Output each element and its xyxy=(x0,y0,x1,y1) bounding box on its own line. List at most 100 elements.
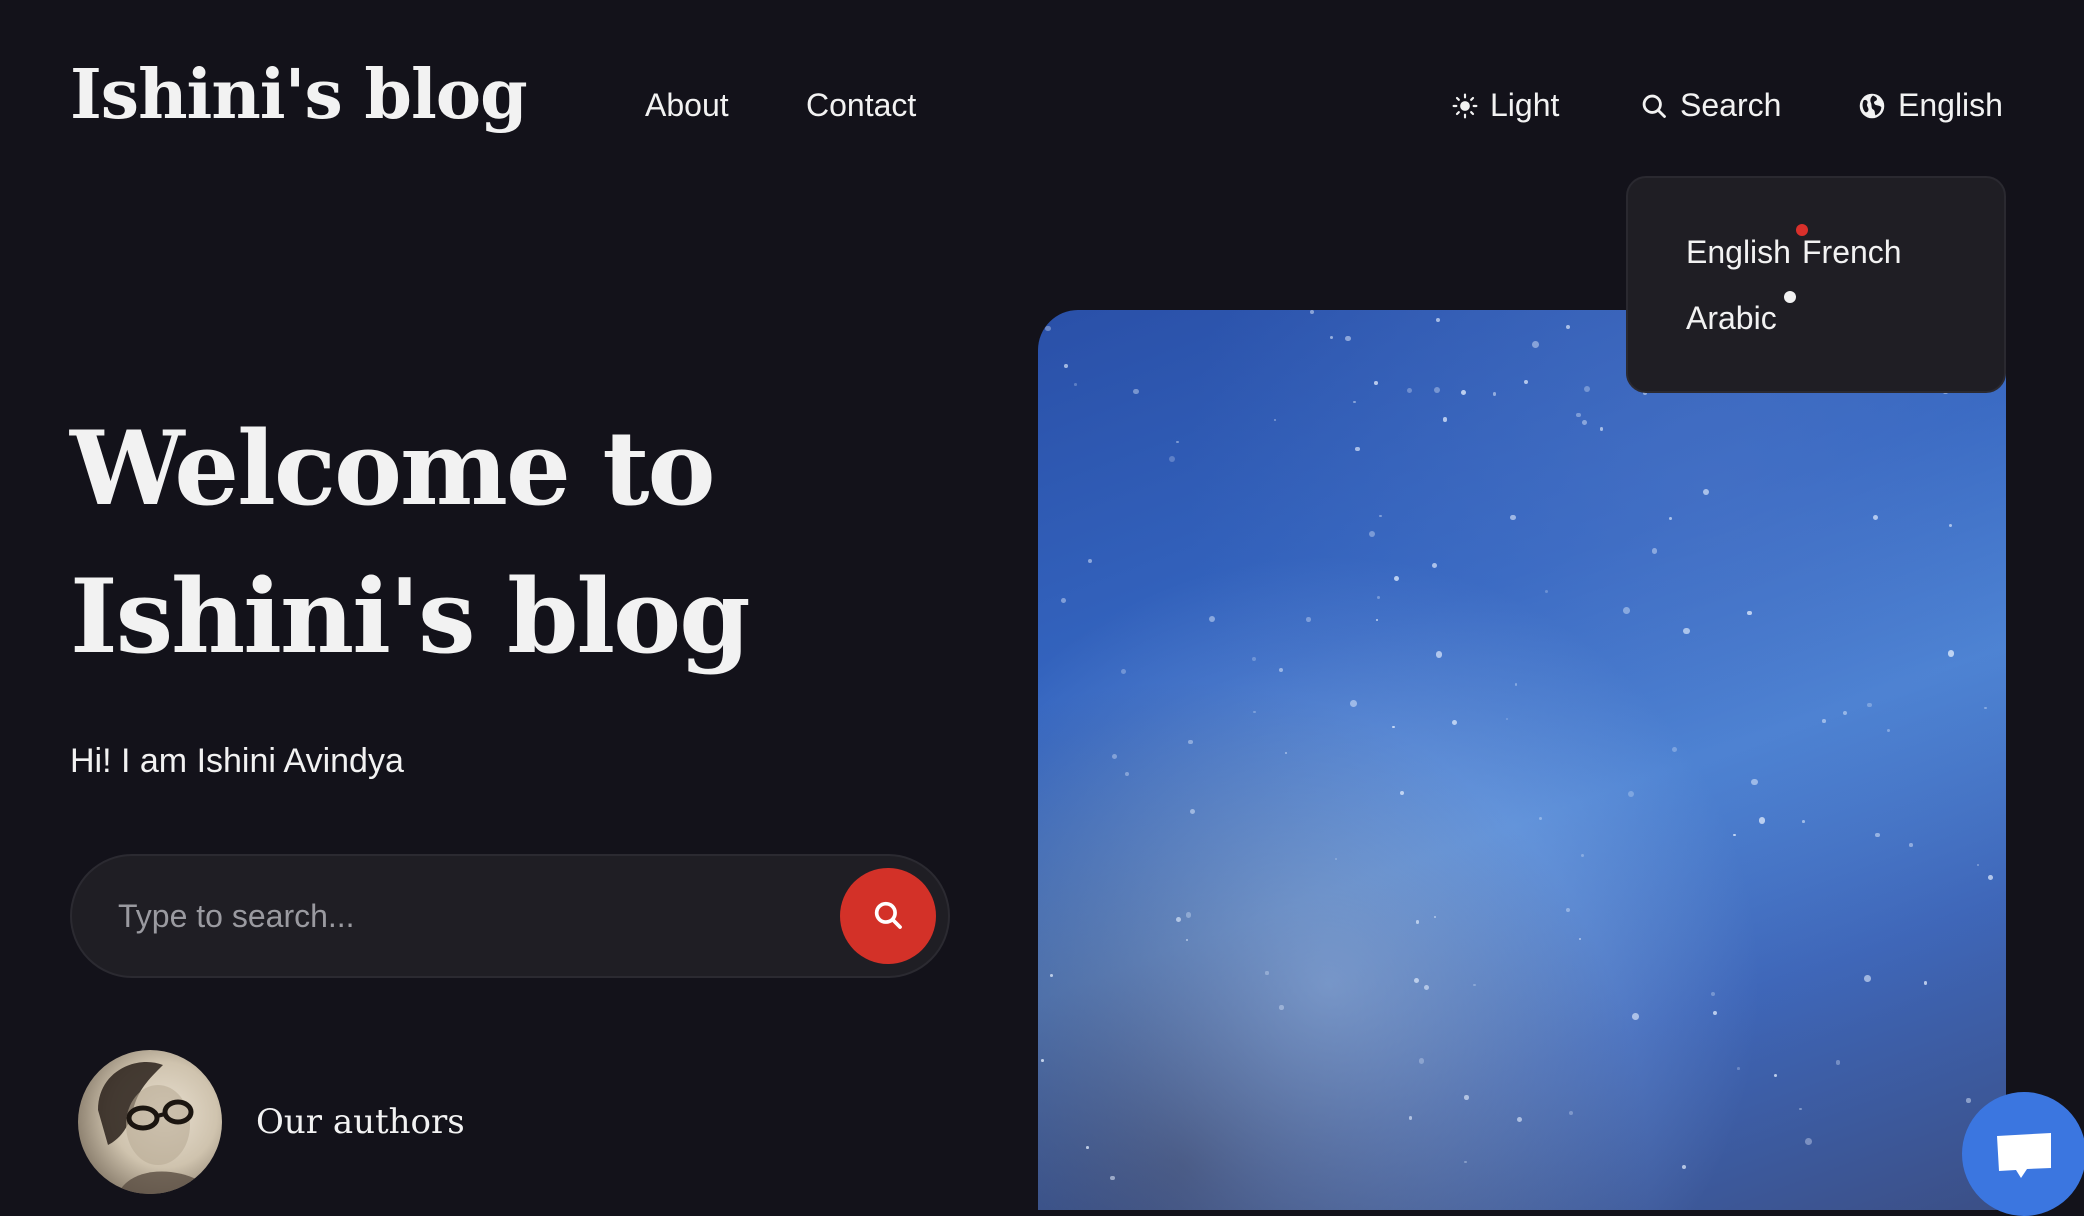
star-speck xyxy=(1252,710,1256,714)
star-speck xyxy=(1681,1165,1686,1170)
star-speck xyxy=(1461,389,1467,395)
star-speck xyxy=(1310,310,1315,314)
star-speck xyxy=(1376,595,1380,599)
author-avatar[interactable] xyxy=(78,1050,222,1194)
star-speck xyxy=(1040,1059,1044,1062)
star-speck xyxy=(1432,563,1438,569)
star-speck xyxy=(1355,446,1360,452)
star-speck xyxy=(1086,1145,1089,1149)
star-speck xyxy=(1576,412,1581,418)
star-speck xyxy=(1349,700,1357,707)
star-speck xyxy=(1977,864,1980,867)
star-speck xyxy=(1473,983,1476,987)
star-speck xyxy=(1514,683,1518,686)
star-speck xyxy=(1580,853,1585,857)
star-speck xyxy=(1510,514,1517,521)
language-selector-label: English xyxy=(1898,87,2003,123)
star-speck xyxy=(1353,400,1356,404)
header-search-button[interactable]: Search xyxy=(1640,87,1781,124)
star-speck xyxy=(1886,728,1890,733)
star-speck xyxy=(1110,1175,1115,1180)
star-speck xyxy=(1773,1073,1778,1078)
star-speck xyxy=(1175,916,1181,922)
star-speck xyxy=(1442,417,1448,422)
star-speck xyxy=(1284,752,1287,755)
star-speck xyxy=(1111,753,1117,759)
star-speck xyxy=(1751,779,1758,786)
star-speck xyxy=(1393,575,1399,582)
star-speck xyxy=(1966,1098,1971,1103)
star-speck xyxy=(1582,420,1588,426)
search-icon xyxy=(871,898,905,935)
star-speck xyxy=(1061,598,1066,603)
star-speck xyxy=(1045,326,1051,332)
star-speck xyxy=(1804,1138,1812,1145)
star-speck xyxy=(1415,920,1419,924)
star-speck xyxy=(1408,1116,1413,1120)
hero-search-input[interactable] xyxy=(116,856,876,976)
star-speck xyxy=(1464,1095,1469,1100)
star-speck xyxy=(1073,382,1077,386)
hero-search-form xyxy=(70,854,950,978)
authors-section: Our authors xyxy=(78,1050,465,1194)
star-speck xyxy=(1622,606,1630,614)
star-speck xyxy=(1516,1116,1523,1122)
our-authors-link[interactable]: Our authors xyxy=(256,1102,465,1142)
star-speck xyxy=(1064,363,1069,368)
language-option-english[interactable]: English xyxy=(1686,234,1791,271)
star-speck xyxy=(1758,817,1766,824)
language-option-arabic[interactable]: Arabic xyxy=(1686,300,1777,337)
star-speck xyxy=(1872,514,1879,520)
star-speck xyxy=(1863,975,1871,982)
hero-title-line-1: Welcome to xyxy=(70,409,715,529)
star-speck xyxy=(1712,1010,1718,1016)
star-speck xyxy=(1278,667,1284,673)
star-speck xyxy=(1524,379,1529,385)
star-speck xyxy=(1747,610,1752,615)
language-selector-button[interactable]: English xyxy=(1858,87,2003,124)
theme-toggle-label: Light xyxy=(1490,87,1560,123)
star-speck xyxy=(1252,657,1257,662)
star-speck xyxy=(1169,456,1176,463)
language-dropdown-menu: English French Arabic xyxy=(1626,176,2006,393)
star-speck xyxy=(1120,669,1126,675)
hero-search-submit-button[interactable] xyxy=(840,868,936,964)
star-speck xyxy=(1433,916,1436,919)
star-speck xyxy=(1799,1107,1803,1111)
star-speck xyxy=(1176,440,1179,444)
nav-about-link[interactable]: About xyxy=(645,87,729,124)
theme-toggle-button[interactable]: Light xyxy=(1452,87,1559,124)
star-speck xyxy=(1185,912,1192,918)
star-speck xyxy=(1672,747,1678,753)
star-speck xyxy=(1305,617,1311,622)
star-speck xyxy=(1569,1111,1574,1116)
star-speck xyxy=(1566,907,1571,913)
star-speck xyxy=(1265,971,1269,975)
indicator-dot xyxy=(1784,291,1796,303)
star-speck xyxy=(1802,819,1805,823)
star-speck xyxy=(1493,392,1497,396)
header-search-label: Search xyxy=(1680,87,1782,123)
star-speck xyxy=(1374,380,1378,385)
star-speck xyxy=(1923,980,1928,985)
star-speck xyxy=(1632,1013,1640,1020)
star-speck xyxy=(1627,790,1634,797)
star-speck xyxy=(1867,702,1872,707)
hero-nebula-image xyxy=(1038,310,2006,1210)
star-speck xyxy=(1737,1067,1740,1071)
star-speck xyxy=(1379,514,1382,518)
star-speck xyxy=(1875,832,1880,838)
language-option-french[interactable]: French xyxy=(1802,234,1902,271)
hero-title-line-2: Ishini's blog xyxy=(70,557,751,677)
star-speck xyxy=(1345,335,1351,342)
star-speck xyxy=(1209,616,1216,623)
nav-contact-link[interactable]: Contact xyxy=(806,87,916,124)
star-speck xyxy=(1984,706,1988,710)
star-speck xyxy=(1565,324,1570,330)
star-speck xyxy=(1279,1005,1284,1010)
site-logo[interactable]: Ishini's blog xyxy=(70,58,528,133)
star-speck xyxy=(1948,523,1952,527)
star-speck xyxy=(1909,843,1913,847)
chat-widget-button[interactable] xyxy=(1962,1092,2084,1216)
star-speck xyxy=(1505,718,1508,721)
